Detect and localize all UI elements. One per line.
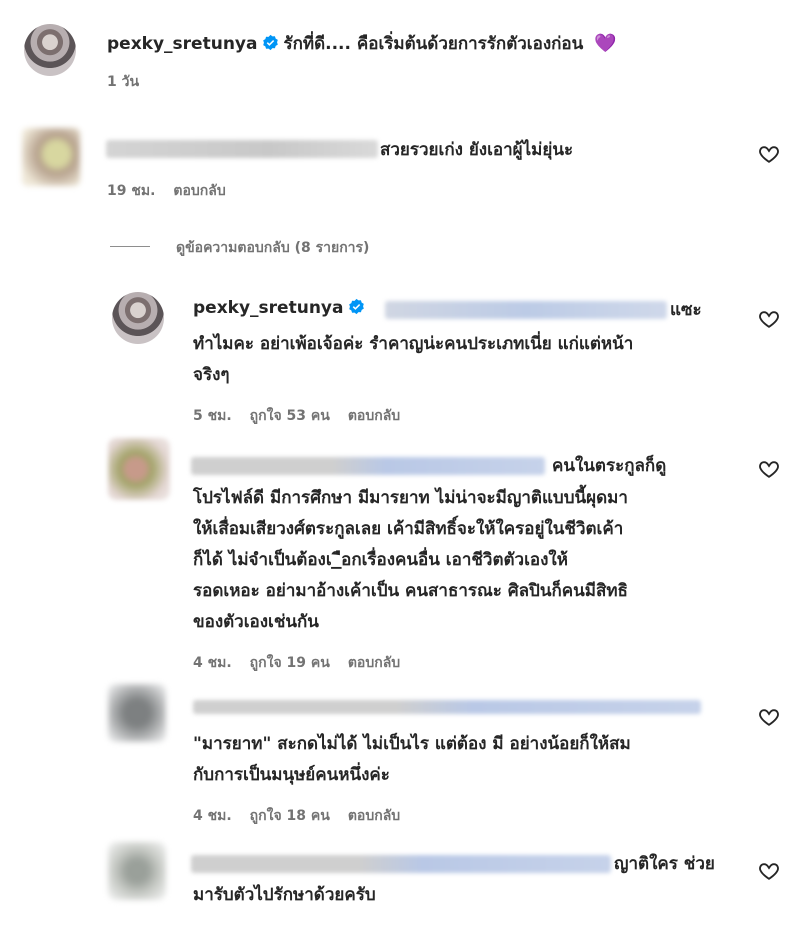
blurred-username: [193, 700, 701, 714]
view-replies-button[interactable]: ดูข้อความตอบกลับ (8 รายการ): [176, 237, 369, 259]
reply-time: 5 ชม.: [193, 408, 232, 424]
caption-time: 1 วัน: [107, 74, 140, 90]
reply-text-tail: ญาติใคร ช่วย: [614, 854, 715, 874]
blurred-username: [191, 457, 545, 475]
likes-count[interactable]: ถูกใจ 18 คน: [250, 808, 330, 824]
heart-outline-icon[interactable]: [758, 860, 780, 882]
comment-time: 19 ชม.: [107, 183, 156, 199]
purple-heart-icon: 💜: [594, 33, 617, 54]
replies-divider: [110, 246, 150, 247]
reply-time: 4 ชม.: [193, 655, 232, 671]
reply-text: โปรไฟล์ดี มีการศึกษา มีมารยาท ไม่น่าจะมี…: [193, 488, 628, 632]
commenter-avatar[interactable]: [108, 842, 166, 900]
heart-outline-icon[interactable]: [758, 143, 780, 165]
comment-meta: 19 ชม. ตอบกลับ: [107, 180, 244, 202]
caption-text: รักที่ดี.... คือเริ่มต้นด้วยการรักตัวเอง…: [283, 34, 584, 54]
blurred-mention: [385, 301, 667, 319]
likes-count[interactable]: ถูกใจ 53 คน: [250, 408, 330, 424]
reply-meta: 4 ชม. ถูกใจ 18 คน ตอบกลับ: [193, 805, 418, 827]
caption-username[interactable]: pexky_sretunya: [107, 34, 257, 54]
reply-time: 4 ชม.: [193, 808, 232, 824]
commenter-avatar[interactable]: [108, 438, 170, 500]
reply-username[interactable]: pexky_sretunya: [193, 298, 343, 318]
reply-button[interactable]: ตอบกลับ: [348, 408, 400, 424]
owner-avatar[interactable]: [24, 24, 76, 76]
owner-avatar[interactable]: [112, 292, 164, 344]
reply-text: มารับตัวไปรักษาด้วยครับ: [193, 885, 376, 905]
verified-badge-icon: [263, 34, 279, 51]
commenter-avatar[interactable]: [108, 684, 166, 742]
reply-text: "มารยาท" สะกดไม่ได้ ไม่เป็นไร แต่ต้อง มี…: [193, 734, 631, 785]
heart-outline-icon[interactable]: [758, 706, 780, 728]
reply-button[interactable]: ตอบกลับ: [348, 808, 400, 824]
reply-meta: 4 ชม. ถูกใจ 19 คน ตอบกลับ: [193, 652, 418, 674]
caption: pexky_sretunya รักที่ดี.... คือเริ่มต้นด้…: [107, 30, 617, 57]
reply-text: ทำไมคะ อย่าเพ้อเจ้อค่ะ รำคาญน่ะคนประเภทเ…: [193, 334, 634, 385]
blurred-username: [106, 140, 378, 158]
blurred-username: [191, 855, 611, 873]
reply-meta: 5 ชม. ถูกใจ 53 คน ตอบกลับ: [193, 405, 418, 427]
reply-button[interactable]: ตอบกลับ: [173, 183, 225, 199]
heart-outline-icon[interactable]: [758, 308, 780, 330]
verified-badge-icon: [349, 298, 365, 315]
reply-text-tail: คนในตระกูลก็ดู: [552, 456, 667, 476]
reply-text-tail: แซะ: [670, 300, 702, 320]
heart-outline-icon[interactable]: [758, 458, 780, 480]
comment-text: สวยรวยเก่ง ยังเอาผู้ไม่ยุ่นะ: [380, 140, 574, 160]
reply-1-line1: pexky_sretunya: [193, 298, 369, 318]
reply-button[interactable]: ตอบกลับ: [348, 655, 400, 671]
commenter-avatar[interactable]: [22, 128, 80, 186]
likes-count[interactable]: ถูกใจ 19 คน: [250, 655, 330, 671]
